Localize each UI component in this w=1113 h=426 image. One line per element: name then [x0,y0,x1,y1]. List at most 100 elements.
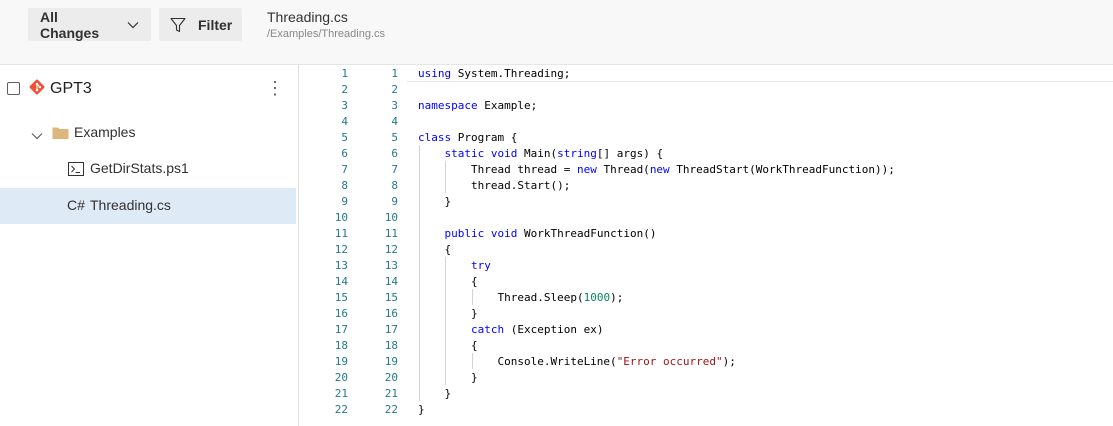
indent-guide [472,353,473,369]
chevron-down-icon[interactable] [31,127,43,143]
code-line: 20 20 } [299,369,1113,385]
code-line: 13 13 try [299,257,1113,273]
file-tree-panel: GPT3 ⋮ Examples GetDirStats.ps1 C# Threa… [0,65,299,426]
right-line-number: 2 [391,83,398,96]
left-line-number: 16 [334,307,348,320]
left-line-number: 9 [341,195,348,208]
code-text: } [418,371,478,384]
code-text: { [418,243,452,256]
filter-icon [170,17,186,33]
code-text: { [418,275,478,288]
right-line-number: 12 [384,243,398,256]
code-line: 12 12 { [299,241,1113,257]
code-text: thread.Start(); [418,179,571,192]
right-line-number: 6 [391,147,398,160]
all-changes-dropdown[interactable]: All Changes [28,8,151,41]
code-text: try [470,259,491,272]
code-text: namespace Example; [418,99,538,112]
code-line: 22 [299,81,1113,97]
code-text: } [418,387,452,400]
code-line: 16 16 } [299,305,1113,321]
right-line-number: 14 [384,275,398,288]
left-line-number: 18 [334,339,348,352]
code-line: 5 5 class Program { [299,129,1113,145]
tree-folder-examples[interactable]: Examples [0,115,296,151]
right-line-number: 18 [384,339,398,352]
chevron-down-icon [127,21,139,29]
right-line-number: 1 [391,67,398,80]
code-text: } [418,307,478,320]
file-title: Threading.cs [267,9,348,25]
csharp-file-icon: C# [67,197,85,213]
code-line: 3 3 namespace Example; [299,97,1113,113]
left-line-number: 15 [334,291,348,304]
code-line: 1 1 using System.Threading; [299,65,1113,81]
code-line: 18 18 { [299,337,1113,353]
code-text: static void Main(string[] args) { [444,147,664,160]
more-options-icon[interactable]: ⋮ [266,77,284,101]
code-diff-view[interactable]: 1 1 using System.Threading; 2 2 3 3 namespace E… [299,65,1113,426]
code-line: 6 6 static void Main(string[] args) { [299,145,1113,161]
left-line-number: 10 [334,211,348,224]
left-line-number: 1 [341,67,348,80]
repo-checkbox[interactable] [7,82,20,95]
indent-guide [419,145,420,401]
code-line: 22 22} [299,401,1113,417]
all-changes-label: All Changes [40,8,100,41]
right-line-number: 11 [384,227,398,240]
code-text: { [418,339,478,352]
code-line: 21 21 } [299,385,1113,401]
code-text: Thread.Sleep(1000); [418,291,624,304]
left-line-number: 6 [341,147,348,160]
right-line-number: 7 [391,163,398,176]
file-path: /Examples/Threading.cs [267,28,385,40]
repo-row[interactable]: GPT3 ⋮ [0,77,298,105]
right-line-number: 13 [384,259,398,272]
tree-file-threading[interactable]: C# Threading.cs [0,188,296,224]
file-label: Threading.cs [90,197,171,213]
right-line-number: 8 [391,179,398,192]
folder-label: Examples [74,124,136,140]
right-line-number: 10 [384,211,398,224]
left-line-number: 2 [341,83,348,96]
code-text: } [418,403,425,416]
indent-guide [445,257,446,385]
left-line-number: 19 [334,355,348,368]
code-line: 8 8 thread.Start(); [299,177,1113,193]
right-line-number: 16 [384,307,398,320]
right-line-number: 15 [384,291,398,304]
right-line-number: 4 [391,115,398,128]
folder-icon [52,126,69,143]
left-line-number: 13 [334,259,348,272]
indent-guide [472,289,473,305]
code-text: Thread thread = new Thread(new ThreadSta… [418,163,895,176]
tree-file-getdirstats[interactable]: GetDirStats.ps1 [0,151,296,187]
code-line: 10 10 [299,209,1113,225]
code-line: 11 11 public void WorkThreadFunction() [299,225,1113,241]
repo-name: GPT3 [50,80,92,97]
right-line-number: 21 [384,387,398,400]
left-line-number: 5 [341,131,348,144]
code-text: Console.WriteLine("Error occurred"); [418,355,736,368]
left-line-number: 4 [341,115,348,128]
left-line-number: 22 [334,403,348,416]
code-line: 17 17 catch (Exception ex) [299,321,1113,337]
git-icon [29,79,45,100]
right-line-number: 9 [391,195,398,208]
filter-label: Filter [198,16,233,33]
left-line-number: 11 [334,227,348,240]
right-line-number: 17 [384,323,398,336]
code-line: 7 7 Thread thread = new Thread(new Thread… [299,161,1113,177]
code-line: 9 9 } [299,193,1113,209]
toolbar: All Changes Filter Threading.cs /Example… [0,0,1113,65]
left-line-number: 8 [341,179,348,192]
file-label: GetDirStats.ps1 [90,160,189,176]
right-line-number: 20 [384,371,398,384]
right-line-number: 5 [391,131,398,144]
right-line-number: 3 [391,99,398,112]
code-text: public void WorkThreadFunction() [444,227,657,240]
filter-button[interactable]: Filter [159,8,242,41]
left-line-number: 17 [334,323,348,336]
powershell-file-icon [68,162,84,179]
code-line: 19 19 Console.WriteLine("Error occurred")… [299,353,1113,369]
